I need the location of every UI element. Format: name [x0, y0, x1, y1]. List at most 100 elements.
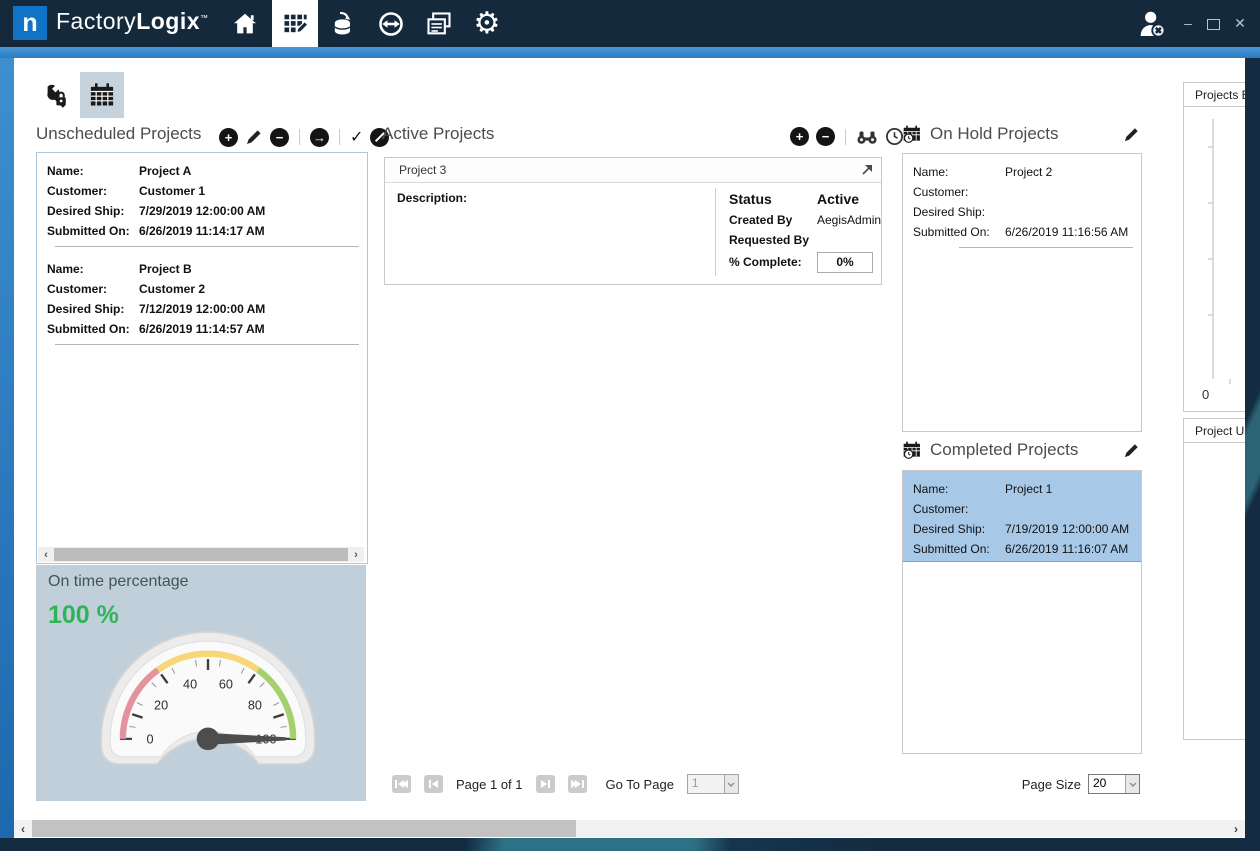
- list-item[interactable]: Name:Project 2 Customer: Desired Ship: S…: [903, 154, 1141, 248]
- settings-gear-icon: ⚙: [474, 9, 501, 39]
- calendar-clock-icon: [902, 124, 922, 144]
- status-value: Active: [817, 191, 859, 207]
- toolbar-divider: [299, 129, 300, 145]
- list-item-selected[interactable]: Name:Project 1 Customer: Desired Ship:7/…: [903, 471, 1141, 562]
- goto-page-combo[interactable]: 1: [687, 774, 739, 794]
- scroll-right-icon[interactable]: ›: [1227, 822, 1245, 836]
- project-desired-ship: 7/12/2019 12:00:00 AM: [139, 299, 265, 319]
- brand-factory: Factory: [56, 8, 136, 34]
- previous-page-button[interactable]: [424, 775, 443, 793]
- field-label: Name:: [47, 161, 139, 181]
- wrench-lock-icon: [42, 81, 72, 111]
- active-projects-title: Active Projects: [382, 124, 494, 144]
- scroll-right-icon[interactable]: ›: [348, 549, 364, 561]
- project-desired-ship: 7/29/2019 12:00:00 AM: [139, 201, 265, 221]
- find-binoculars-icon[interactable]: [856, 128, 878, 146]
- app-logo: n: [13, 6, 47, 40]
- list-horizontal-scrollbar[interactable]: ‹ ›: [38, 547, 364, 562]
- brand-logix: Logix: [136, 8, 200, 34]
- projects-by-chart: 0: [1184, 107, 1245, 407]
- accent-band: [0, 47, 1260, 58]
- completed-header: Completed Projects: [902, 440, 1140, 460]
- field-label: Name:: [47, 259, 139, 279]
- nav-planning-button[interactable]: [272, 0, 318, 47]
- transfer-circle-icon: [377, 10, 405, 38]
- on-time-title: On time percentage: [48, 573, 189, 591]
- first-page-button[interactable]: [392, 775, 411, 793]
- field-label: Customer:: [47, 279, 139, 299]
- edit-pencil-icon[interactable]: [1123, 442, 1140, 459]
- planning-grid-pencil-icon: [281, 10, 309, 38]
- item-divider: [55, 344, 359, 345]
- card-header: Project 3: [385, 158, 881, 183]
- calendar-clock-icon: [902, 440, 922, 460]
- scrollbar-thumb[interactable]: [54, 548, 348, 561]
- percent-complete-box: 0%: [817, 252, 873, 273]
- scroll-left-icon[interactable]: ‹: [14, 822, 32, 836]
- project-submitted-on: 6/26/2019 11:16:07 AM: [1005, 539, 1128, 559]
- unscheduled-title: Unscheduled Projects: [36, 124, 201, 144]
- on-time-panel: On time percentage 100 % 020406080100: [36, 565, 366, 801]
- accept-check-icon[interactable]: ✓: [350, 127, 363, 147]
- nav-transfer-button[interactable]: [368, 0, 414, 47]
- add-circle-icon[interactable]: +: [219, 128, 238, 147]
- nav-settings-button[interactable]: ⚙: [464, 0, 510, 47]
- bottom-frame: [0, 838, 1260, 851]
- field-label: Name:: [913, 162, 1005, 182]
- content-horizontal-scrollbar[interactable]: ‹ ›: [14, 820, 1245, 837]
- status-label: Status: [729, 191, 817, 207]
- expand-icon[interactable]: [861, 164, 873, 176]
- completed-title: Completed Projects: [930, 440, 1078, 460]
- scrollbar-thumb[interactable]: [32, 820, 576, 837]
- schedule-arrow-circle-icon[interactable]: →: [310, 128, 329, 147]
- description-label: Description:: [397, 191, 467, 205]
- materials-database-icon: [329, 10, 357, 38]
- main-content: Unscheduled Projects + − → ✓ Name:Projec…: [14, 58, 1245, 838]
- tab-setup[interactable]: [32, 74, 82, 118]
- gauge-tick-label: 60: [219, 677, 233, 691]
- maximize-button[interactable]: [1207, 19, 1220, 30]
- active-project-card[interactable]: Project 3 Description: Status Active Cre…: [384, 157, 882, 285]
- minimize-button[interactable]: –: [1178, 15, 1198, 31]
- chevron-down-icon[interactable]: [724, 775, 738, 793]
- user-logout-button[interactable]: [1136, 8, 1168, 40]
- gauge-tick-label: 40: [183, 677, 197, 691]
- toolbar-divider: [845, 129, 846, 145]
- nav-home-button[interactable]: [222, 0, 268, 47]
- nav-reports-button[interactable]: [416, 0, 462, 47]
- edit-pencil-icon[interactable]: [245, 128, 263, 146]
- field-label: Customer:: [913, 499, 1005, 519]
- tab-schedule[interactable]: [80, 72, 124, 118]
- projects-by-panel: Projects B 0: [1183, 82, 1245, 412]
- project-submitted-on: 6/26/2019 11:14:17 AM: [139, 221, 265, 241]
- last-page-button[interactable]: [568, 775, 587, 793]
- next-page-button[interactable]: [536, 775, 555, 793]
- field-label: Customer:: [47, 181, 139, 201]
- list-item[interactable]: Name:Project A Customer:Customer 1 Desir…: [37, 153, 367, 247]
- field-label: Submitted On:: [913, 539, 1005, 559]
- remove-circle-icon[interactable]: −: [270, 128, 289, 147]
- scroll-left-icon[interactable]: ‹: [38, 549, 54, 561]
- add-circle-icon[interactable]: +: [790, 127, 809, 146]
- list-item[interactable]: Name:Project B Customer:Customer 2 Desir…: [37, 255, 367, 345]
- chevron-down-icon[interactable]: [1125, 775, 1139, 793]
- edit-pencil-icon[interactable]: [1123, 126, 1140, 143]
- unscheduled-list: Name:Project A Customer:Customer 1 Desir…: [36, 152, 368, 564]
- field-label: Desired Ship:: [913, 202, 1005, 222]
- nav-materials-button[interactable]: [320, 0, 366, 47]
- user-logout-icon: [1136, 8, 1168, 40]
- projects-by-panel-title: Projects B: [1184, 83, 1245, 107]
- page-size-combo[interactable]: 20: [1088, 774, 1140, 794]
- brand-text: FactoryLogix™: [56, 8, 209, 35]
- project-submitted-on: 6/26/2019 11:14:57 AM: [139, 319, 265, 339]
- close-button[interactable]: ✕: [1230, 15, 1250, 32]
- field-label: Customer:: [913, 182, 1005, 202]
- active-projects-toolbar: + −: [790, 127, 904, 146]
- project-customer: Customer 2: [139, 279, 205, 299]
- field-label: Desired Ship:: [913, 519, 1005, 539]
- field-label: Desired Ship:: [47, 201, 139, 221]
- reports-windows-icon: [425, 10, 453, 38]
- remove-circle-icon[interactable]: −: [816, 127, 835, 146]
- project-users-panel-title: Project Us: [1184, 419, 1245, 443]
- created-by-label: Created By: [729, 213, 817, 227]
